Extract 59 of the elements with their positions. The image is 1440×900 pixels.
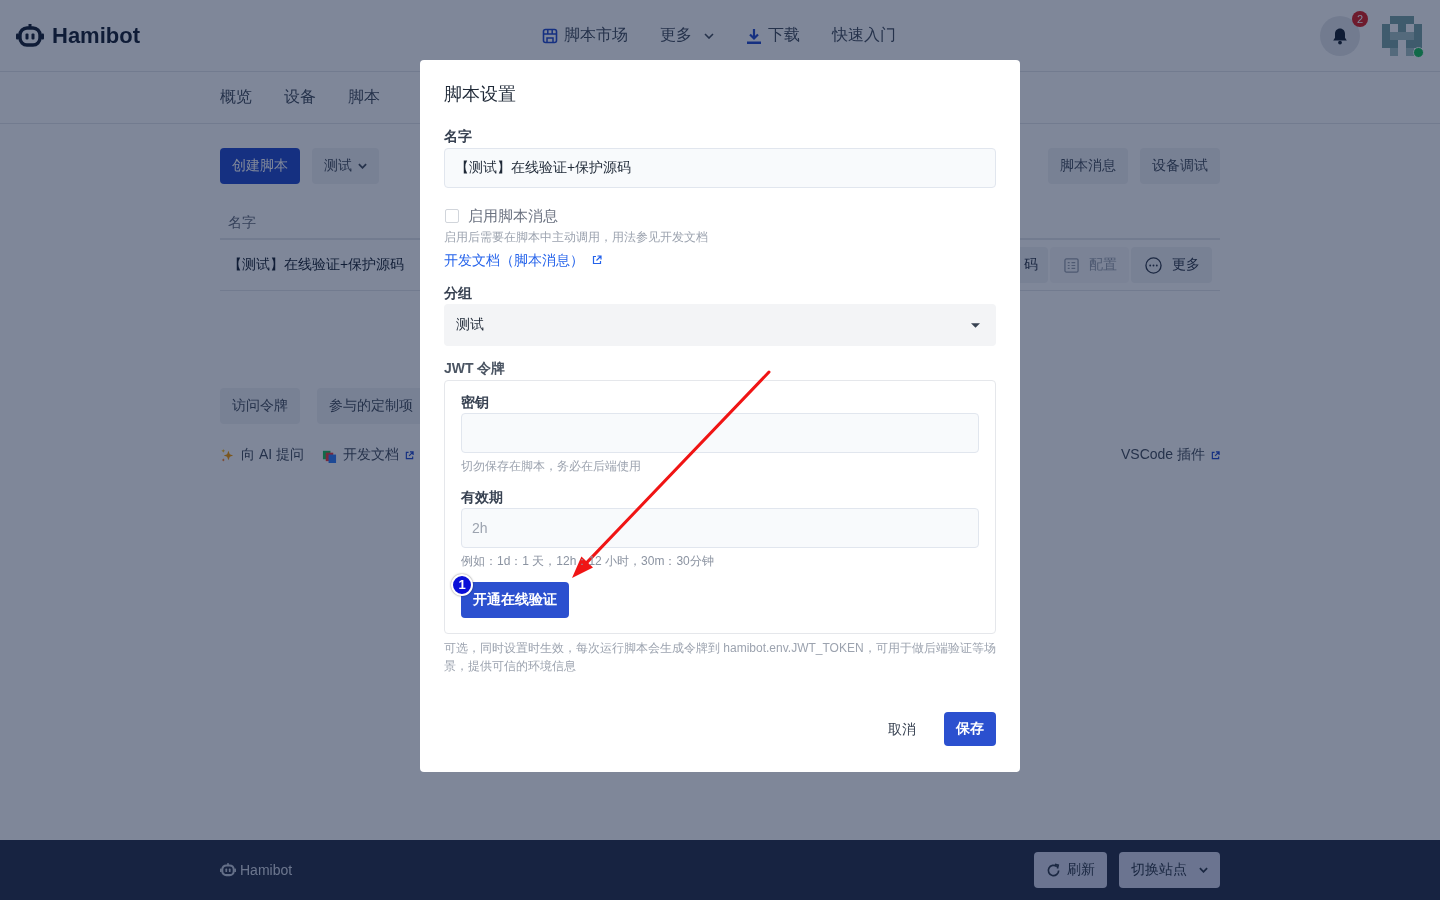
create-script-button[interactable]: 创建脚本 [220, 148, 300, 184]
sparkle-icon [220, 447, 235, 463]
field-label: 有效期 [461, 489, 503, 505]
help-link[interactable]: 向 AI 提问 [220, 446, 304, 464]
external-link-icon [592, 255, 602, 265]
robot-logo-icon [16, 23, 44, 48]
robot-logo-icon [220, 863, 236, 877]
checkbox-label: 启用脚本消息 [468, 206, 558, 226]
section-label: JWT 令牌 [444, 360, 506, 376]
list-icon [1064, 257, 1079, 273]
caret-down-icon [971, 322, 980, 328]
toolbar-button[interactable]: 脚本消息 [1048, 148, 1128, 184]
column-header: 名字 [228, 214, 256, 232]
notification-badge: 2 [1352, 10, 1368, 27]
avatar-button[interactable] [1382, 15, 1422, 56]
chevron-down-icon [1199, 867, 1208, 873]
table-cell: 【测试】在线验证+保护源码 [228, 256, 405, 274]
more-icon [1145, 256, 1162, 274]
footer-button[interactable]: 切换站点 [1119, 852, 1220, 888]
help-link[interactable]: VSCode 插件 [1120, 446, 1220, 464]
chevron-down-icon [704, 32, 714, 39]
dialog-title: 脚本设置 [444, 84, 516, 104]
row-action-button[interactable]: 更多 [1131, 247, 1212, 283]
step-number-badge: 1 [451, 574, 473, 596]
nav-tab[interactable]: 设备 [284, 83, 316, 112]
help-text: 例如：1d：1 天，12h：12 小时，30m：30分钟 [461, 553, 714, 569]
help-text: 启用后需要在脚本中主动调用，用法参见开发文档 [444, 229, 708, 245]
nav-tab[interactable]: 脚本 [348, 83, 380, 112]
brand-name: Hamibot [52, 22, 140, 49]
secondary-button[interactable]: 访问令牌 [220, 388, 300, 424]
download-icon [746, 27, 762, 44]
field-label: 分组 [444, 285, 472, 301]
bell-icon [1332, 26, 1348, 45]
footer-button[interactable]: 刷新 [1034, 852, 1107, 888]
help-link[interactable]: 开发文档 [322, 446, 414, 464]
help-text: 切勿保存在脚本，务必在后端使用 [461, 458, 641, 474]
save-button[interactable]: 保存 [944, 712, 996, 746]
name-input[interactable]: 【测试】在线验证+保护源码 [444, 148, 996, 188]
field-label: 名字 [444, 128, 472, 144]
cancel-button[interactable]: 取消 [876, 712, 928, 748]
group-filter-dropdown[interactable]: 测试 [312, 148, 379, 184]
docs-link[interactable]: 开发文档（脚本消息） [444, 252, 602, 268]
expiry-input[interactable]: 2h [461, 508, 979, 548]
nav-tab[interactable]: 概览 [220, 83, 252, 112]
secret-input[interactable] [461, 413, 979, 453]
refresh-icon [1046, 862, 1061, 878]
nav-link[interactable]: 脚本市场 [542, 25, 628, 46]
footer-brand-name: Hamibot [240, 862, 293, 878]
nav-link[interactable]: 快速入门 [832, 25, 896, 46]
field-label: 密钥 [461, 394, 489, 410]
nav-link[interactable]: 更多 [660, 25, 714, 46]
nav-link[interactable]: 下载 [746, 25, 800, 46]
chevron-down-icon [358, 163, 367, 169]
checkbox[interactable] [445, 209, 459, 223]
identicon-avatar-icon [1382, 15, 1422, 56]
group-select[interactable]: 测试 [444, 304, 996, 346]
toolbar-button[interactable]: 设备调试 [1140, 148, 1220, 184]
store-icon [542, 27, 558, 44]
help-text: 可选，同时设置时生效，每次运行脚本会生成令牌到 hamibot.env.JWT_TOKEN，可用于做后端验证等场景，提供可信的环境信息 [444, 640, 996, 675]
